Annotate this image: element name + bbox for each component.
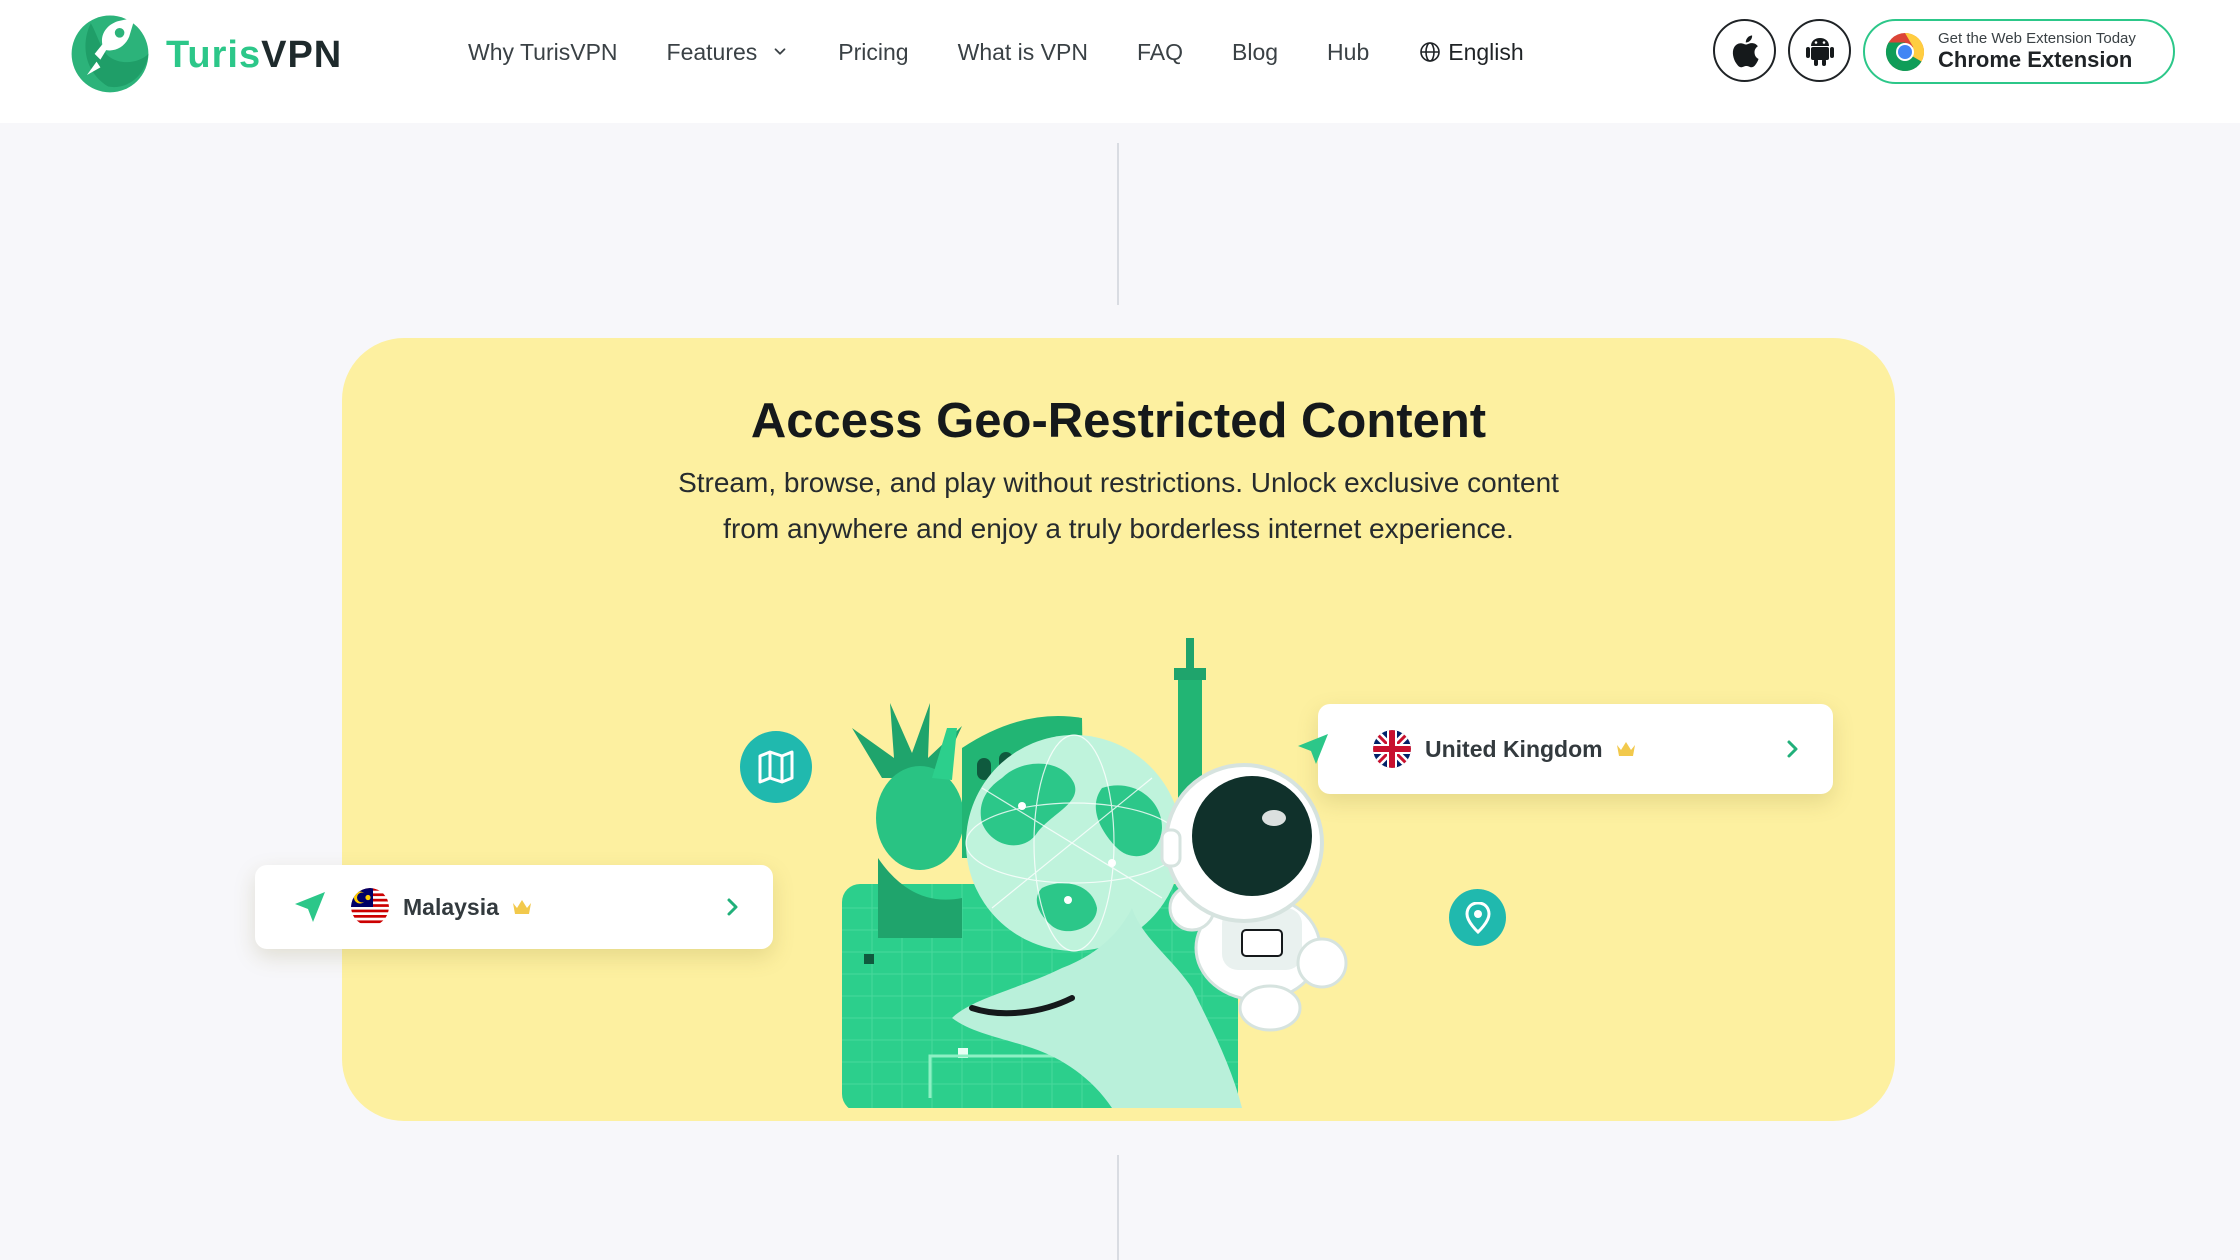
section-divider-bottom — [1117, 1155, 1119, 1260]
android-download-button[interactable] — [1788, 19, 1851, 82]
chevron-right-icon — [1787, 740, 1798, 758]
crown-icon — [512, 900, 531, 914]
location-country-name: United Kingdom — [1425, 735, 1603, 762]
location-country-name: Malaysia — [403, 893, 499, 920]
location-pin-badge — [1449, 889, 1506, 946]
nav-what-is-vpn[interactable]: What is VPN — [958, 39, 1088, 66]
chrome-extension-label: Chrome Extension — [1938, 47, 2133, 73]
crown-icon — [1616, 742, 1635, 756]
map-icon — [758, 750, 794, 784]
globe-icon — [1420, 42, 1441, 62]
main-nav: Why TurisVPN Features Pricing What is VP… — [468, 28, 1573, 76]
chrome-extension-button[interactable]: Get the Web Extension Today Chrome Exten… — [1863, 19, 2175, 84]
language-label: English — [1448, 38, 1524, 65]
nav-why-turisvpn[interactable]: Why TurisVPN — [468, 39, 618, 66]
turisvpn-logo[interactable]: TurisVPN — [62, 2, 392, 102]
feature-description: Stream, browse, and play without restric… — [678, 467, 1559, 544]
navigation-arrow-icon — [295, 892, 325, 922]
location-card-malaysia[interactable]: Malaysia — [255, 865, 773, 949]
chrome-extension-tagline: Get the Web Extension Today — [1938, 30, 2136, 48]
section-divider-top — [1117, 143, 1119, 305]
navigation-arrow-icon — [1298, 734, 1328, 764]
nav-hub[interactable]: Hub — [1327, 39, 1369, 66]
chevron-down-icon — [774, 48, 786, 55]
android-icon — [1805, 37, 1834, 66]
logo-text-vpn: VPN — [261, 33, 343, 76]
nav-faq[interactable]: FAQ — [1137, 39, 1183, 66]
nav-blog[interactable]: Blog — [1232, 39, 1278, 66]
apple-download-button[interactable] — [1713, 19, 1776, 82]
geo-restricted-feature-card: Access Geo-Restricted Content Stream, br… — [255, 338, 1895, 1121]
chevron-right-icon — [727, 898, 738, 916]
nav-pricing[interactable]: Pricing — [838, 39, 908, 66]
logo-text-turis: Turis — [166, 33, 262, 76]
apple-icon — [1732, 34, 1759, 67]
location-pin-icon — [1464, 901, 1491, 934]
feature-title: Access Geo-Restricted Content — [750, 394, 1487, 448]
uk-flag-icon — [1373, 730, 1411, 768]
malaysia-flag-icon — [351, 888, 389, 926]
chrome-icon — [1885, 32, 1925, 71]
site-header: TurisVPN Why TurisVPN Features Pricing W… — [0, 0, 2240, 123]
nav-features-label: Features — [666, 38, 758, 65]
nav-features[interactable]: Features — [667, 39, 790, 66]
location-card-united-kingdom[interactable]: United Kingdom — [1298, 704, 1833, 794]
geo-unblock-illustration — [842, 638, 1348, 1108]
language-selector[interactable]: English — [1418, 38, 1524, 66]
logo-mark-icon — [71, 15, 149, 93]
map-badge — [740, 731, 812, 803]
